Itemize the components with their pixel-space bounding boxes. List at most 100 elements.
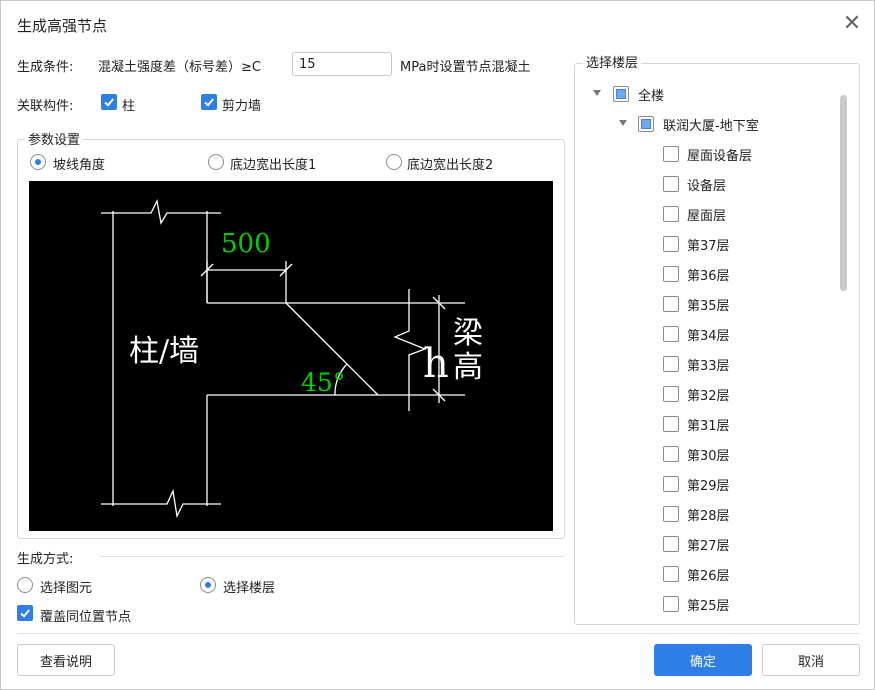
condition-label: 生成条件:: [17, 60, 74, 75]
angle-label: 45°: [301, 368, 345, 397]
h-label: h: [423, 341, 449, 387]
floor-label: 第30层: [687, 449, 730, 464]
tree-row-floor[interactable]: 第33层: [575, 349, 835, 379]
mode-divider: [99, 556, 565, 557]
cancel-button[interactable]: 取消: [762, 644, 860, 676]
strength-diff-input[interactable]: [292, 52, 392, 76]
tree-scrollbar[interactable]: [840, 95, 847, 291]
tree-row-floor[interactable]: 第36层: [575, 259, 835, 289]
radio-select-elements[interactable]: [17, 577, 33, 593]
node-diagram: 500 45° 柱/墙 h 梁 高: [29, 181, 553, 531]
generate-high-strength-node-dialog: 生成高强节点 ✕ 生成条件: 混凝土强度差（标号差）≥C MPa时设置节点混凝土…: [0, 0, 875, 690]
floor-checkbox[interactable]: [663, 476, 679, 492]
tree-row-floor[interactable]: 第29层: [575, 469, 835, 499]
radio-slope-angle[interactable]: [30, 154, 46, 170]
beam-label-1: 梁: [453, 316, 483, 351]
radio-bottom-width-1[interactable]: [208, 154, 224, 170]
overwrite-checkbox-label: 覆盖同位置节点: [40, 610, 132, 625]
tree-row-floor[interactable]: 第37层: [575, 229, 835, 259]
floor-checkbox[interactable]: [663, 296, 679, 312]
tree-row-floor[interactable]: 第35层: [575, 289, 835, 319]
expand-arrow-icon[interactable]: [619, 120, 627, 126]
floor-checkbox[interactable]: [663, 356, 679, 372]
floor-label: 第32层: [687, 389, 730, 404]
radio-select-elements-label: 选择图元: [40, 581, 93, 596]
beam-break-line: [393, 289, 427, 411]
footer-divider: [17, 633, 860, 634]
tree-checkbox-building[interactable]: [638, 116, 654, 132]
tree-row-floor[interactable]: 第32层: [575, 379, 835, 409]
floor-checkbox[interactable]: [663, 176, 679, 192]
floor-checkbox[interactable]: [663, 146, 679, 162]
floor-checkbox[interactable]: [663, 416, 679, 432]
dim-500-label: 500: [221, 229, 271, 259]
tree-row-floor[interactable]: 第31层: [575, 409, 835, 439]
floor-tree-panel: 全楼 联润大厦-地下室 屋面设备层 设备层 屋面层 第37层 第36层 第35层…: [574, 63, 860, 625]
floor-label: 屋面设备层: [687, 149, 753, 164]
column-checkbox[interactable]: [101, 94, 117, 110]
floor-label: 第36层: [687, 269, 730, 284]
tree-row-floor[interactable]: 第25层: [575, 589, 835, 619]
floor-checkbox[interactable]: [663, 266, 679, 282]
floor-checkbox[interactable]: [663, 596, 679, 612]
bottom-break-line: [101, 488, 221, 519]
floor-checkbox[interactable]: [663, 386, 679, 402]
floor-checkbox[interactable]: [663, 206, 679, 222]
overwrite-checkbox[interactable]: [17, 605, 33, 621]
floor-tree-title: 选择楼层: [583, 52, 642, 71]
column-wall-label: 柱/墙: [129, 334, 199, 369]
tree-row-building[interactable]: 联润大厦-地下室: [575, 109, 835, 139]
floor-label: 第27层: [687, 539, 730, 554]
expand-arrow-icon[interactable]: [593, 90, 601, 96]
tree-row-floor[interactable]: 第28层: [575, 499, 835, 529]
close-icon[interactable]: ✕: [841, 13, 863, 35]
condition-text-after: MPa时设置节点混凝土: [400, 60, 531, 75]
tree-row-floor[interactable]: 第26层: [575, 559, 835, 589]
tree-row-floor[interactable]: 第30层: [575, 439, 835, 469]
beam-label-2: 高: [453, 350, 483, 385]
help-button[interactable]: 查看说明: [17, 644, 115, 676]
shear-wall-checkbox-label: 剪力墙: [222, 99, 262, 114]
floor-checkbox[interactable]: [663, 446, 679, 462]
node-diagram-svg: 500 45° 柱/墙 h 梁 高: [101, 198, 483, 519]
floor-checkbox[interactable]: [663, 326, 679, 342]
dialog-title: 生成高强节点: [17, 17, 108, 35]
column-checkbox-label: 柱: [122, 99, 136, 114]
tree-label-root: 全楼: [638, 89, 665, 104]
top-break-line: [101, 198, 221, 225]
condition-text-before: 混凝土强度差（标号差）≥C: [98, 60, 261, 75]
floor-label: 第37层: [687, 239, 730, 254]
floor-label: 第28层: [687, 509, 730, 524]
radio-bottom-width-2-label: 底边宽出长度2: [407, 158, 494, 173]
floor-checkbox[interactable]: [663, 536, 679, 552]
floor-label: 第26层: [687, 569, 730, 584]
floor-label: 第33层: [687, 359, 730, 374]
radio-bottom-width-2[interactable]: [386, 154, 402, 170]
tree-row-root[interactable]: 全楼: [575, 79, 835, 109]
ok-button[interactable]: 确定: [654, 644, 752, 676]
floor-label: 屋面层: [687, 209, 727, 224]
check-icon: [104, 98, 114, 107]
floor-label: 第31层: [687, 419, 730, 434]
mode-label: 生成方式:: [17, 552, 74, 567]
check-icon: [204, 98, 214, 107]
floor-label: 第29层: [687, 479, 730, 494]
tree-row-floor[interactable]: 屋面设备层: [575, 139, 835, 169]
tree-row-floor[interactable]: 设备层: [575, 169, 835, 199]
radio-select-floors[interactable]: [200, 577, 216, 593]
floor-checkbox[interactable]: [663, 566, 679, 582]
check-icon: [20, 609, 30, 618]
tree-checkbox-root[interactable]: [613, 86, 629, 102]
radio-select-floors-label: 选择楼层: [223, 581, 276, 596]
floor-checkbox[interactable]: [663, 236, 679, 252]
tree-row-floor[interactable]: 第34层: [575, 319, 835, 349]
floor-checkbox[interactable]: [663, 506, 679, 522]
floor-label: 第25层: [687, 599, 730, 614]
tree-row-floor[interactable]: 屋面层: [575, 199, 835, 229]
tree-label-building: 联润大厦-地下室: [663, 119, 759, 134]
tree-row-floor[interactable]: 第27层: [575, 529, 835, 559]
shear-wall-checkbox[interactable]: [201, 94, 217, 110]
params-group-title: 参数设置: [25, 129, 84, 148]
floor-label: 第34层: [687, 329, 730, 344]
radio-bottom-width-1-label: 底边宽出长度1: [230, 158, 317, 173]
